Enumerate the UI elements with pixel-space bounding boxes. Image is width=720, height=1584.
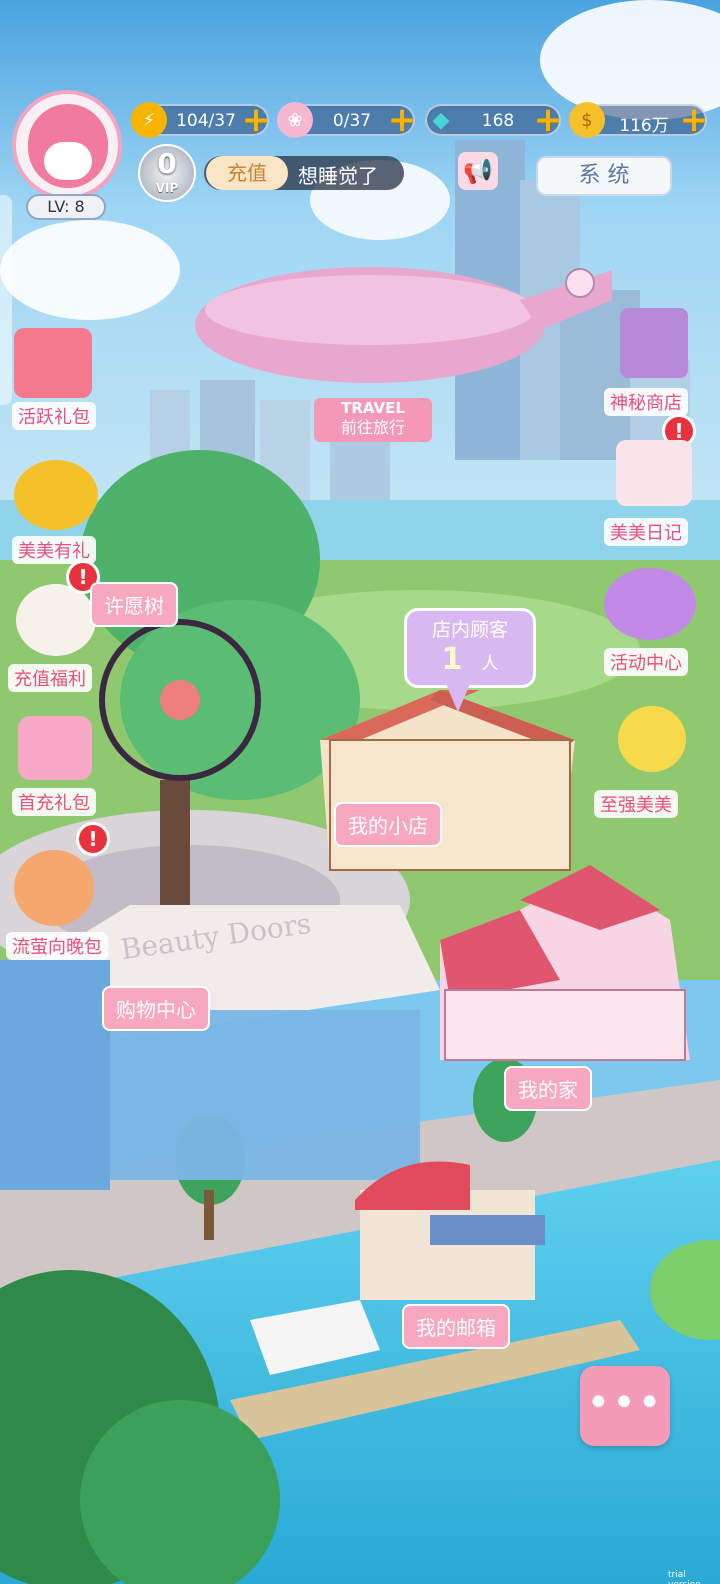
wings-icon: ❀ <box>277 102 313 138</box>
mystery-box-icon[interactable] <box>620 308 688 378</box>
coin-counter: $ 116万 + <box>569 102 709 138</box>
megaphone-icon[interactable]: 📢 <box>458 152 498 190</box>
diamond-counter: ◆ 168 + <box>425 103 563 137</box>
player-avatar[interactable] <box>12 90 122 200</box>
recharge-welfare-label[interactable]: 充值福利 <box>8 664 92 692</box>
my-mailbox-label[interactable]: 我的邮箱 <box>402 1304 510 1349</box>
status-text: 想睡觉了 <box>298 164 378 188</box>
first-recharge-label[interactable]: 首充礼包 <box>12 788 96 816</box>
add-coin-button[interactable]: + <box>679 103 709 137</box>
travel-subtitle: 前往旅行 <box>340 418 405 437</box>
diamond-icon: ◆ <box>432 107 450 133</box>
recharge-button[interactable]: 充值 <box>206 156 288 190</box>
travel-label[interactable]: TRAVEL 前往旅行 <box>314 398 432 442</box>
energy-counter: ⚡ 104/37 + <box>131 102 271 138</box>
travel-title: TRAVEL <box>341 399 405 417</box>
treasure-chest-icon[interactable] <box>18 716 92 780</box>
game-scene: LV: 8 ⚡ 104/37 + ❀ 0/37 + ◆ 168 + $ 116万… <box>0 0 720 1584</box>
add-diamond-button[interactable]: + <box>533 103 563 137</box>
super-meimei-label[interactable]: 至强美美 <box>594 790 678 818</box>
trial-watermark: trial version <box>668 1570 701 1584</box>
bunny-face <box>44 142 92 180</box>
firefly-pack-label[interactable]: 流萤向晚包 <box>6 932 108 960</box>
add-wings-button[interactable]: + <box>387 103 417 137</box>
meimei-diary-label[interactable]: 美美日记 <box>604 518 688 546</box>
vip-badge[interactable]: 0 VIP <box>138 144 196 202</box>
shopping-center-label[interactable]: 购物中心 <box>102 986 210 1031</box>
more-menu-button[interactable]: ••• <box>580 1366 670 1446</box>
active-gift-label[interactable]: 活跃礼包 <box>12 402 96 430</box>
coin-icon: $ <box>569 102 605 138</box>
energy-icon: ⚡ <box>131 102 167 138</box>
my-home-label[interactable]: 我的家 <box>504 1066 592 1111</box>
lucky-cat-icon[interactable] <box>16 584 96 656</box>
star-icon[interactable] <box>618 706 686 772</box>
left-drawer-handle[interactable] <box>0 195 12 405</box>
system-button[interactable]: 系 统 <box>536 156 672 196</box>
customer-bubble: 店内顾客 1 人 <box>404 608 536 688</box>
level-badge: LV: 8 <box>26 194 106 220</box>
diary-book-icon[interactable] <box>616 440 692 506</box>
vip-level: 0 <box>157 147 177 180</box>
girl-avatar-icon[interactable] <box>14 850 94 926</box>
mystery-shop-label[interactable]: 神秘商店 <box>604 388 688 416</box>
customer-bubble-tail <box>446 684 470 712</box>
wish-tree-label[interactable]: 许愿树 <box>90 582 178 627</box>
event-center-label[interactable]: 活动中心 <box>604 648 688 676</box>
coin-bag-icon[interactable] <box>14 460 98 530</box>
my-shop-label[interactable]: 我的小店 <box>334 802 442 847</box>
add-energy-button[interactable]: + <box>241 103 271 137</box>
customer-unit: 人 <box>481 654 499 674</box>
balloons-icon[interactable] <box>604 568 696 640</box>
wings-counter: ❀ 0/37 + <box>277 102 417 138</box>
customer-title: 店内顾客 <box>431 619 508 641</box>
customer-count: 1 <box>441 642 463 677</box>
gift-box-icon[interactable] <box>14 328 92 398</box>
alert-icon: ! <box>76 822 110 856</box>
vip-tag: VIP <box>155 181 179 195</box>
more-dots-icon: ••• <box>586 1380 664 1426</box>
